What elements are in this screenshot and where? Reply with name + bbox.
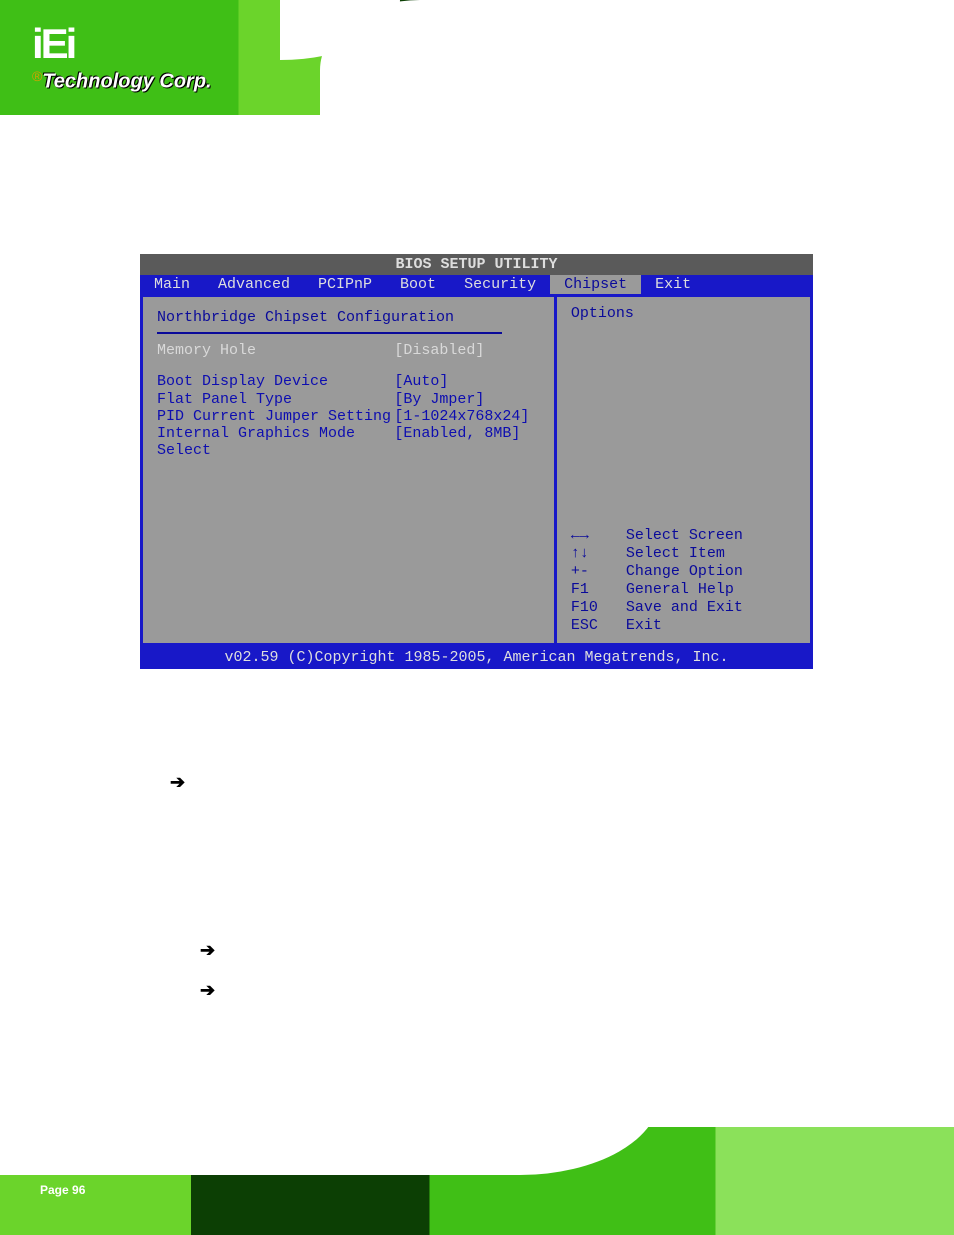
bios-key: ←→ xyxy=(571,527,626,545)
bottom-swoosh xyxy=(0,1075,660,1175)
bios-options-heading: Options xyxy=(571,305,796,322)
option-desc: 15 MB–16 MB of memory reserved for ISA e… xyxy=(308,983,677,999)
bios-tab-boot[interactable]: Boot xyxy=(386,275,450,294)
option-name: 15MB-16MB xyxy=(226,983,304,999)
bios-key-hint: ↑↓Select Item xyxy=(571,545,796,563)
bios-keys-legend: ←→Select Screen↑↓Select Item+-Change Opt… xyxy=(571,527,796,635)
bios-setting-row[interactable]: Boot Display Device[Auto] xyxy=(157,373,540,390)
bios-setting-label: Internal Graphics Mode Select xyxy=(157,425,394,460)
arrow-label: Memory Hole [Disabled] xyxy=(196,775,367,792)
paragraph-memory-hole: The Memory Hole option reserves the 15 M… xyxy=(170,820,810,852)
arrow-icon: ➔ xyxy=(200,940,222,961)
bios-tab-advanced[interactable]: Advanced xyxy=(204,275,304,294)
arrow-icon: ➔ xyxy=(200,980,222,1001)
option-15mb-line: ➔ 15MB-16MB 15 MB–16 MB of memory reserv… xyxy=(200,980,676,1001)
bios-key-desc: Select Screen xyxy=(626,527,743,545)
bios-setting-value: [Auto] xyxy=(394,373,448,390)
bios-key-hint: ESCExit xyxy=(571,617,796,635)
logo: iEi ®Technology Corp. xyxy=(32,20,212,93)
top-swoosh xyxy=(320,0,954,115)
bios-window: BIOS SETUP UTILITY MainAdvancedPCIPnPBoo… xyxy=(140,254,813,669)
bios-key-desc: Exit xyxy=(626,617,662,635)
bios-setting-row[interactable]: PID Current Jumper Setting[1-1024x768x24… xyxy=(157,408,540,425)
bios-right-panel: Options ←→Select Screen↑↓Select Item+-Ch… xyxy=(557,297,810,643)
bios-setting-label: Boot Display Device xyxy=(157,373,394,390)
bios-footer: v02.59 (C)Copyright 1985-2005, American … xyxy=(140,646,813,669)
bios-setting-value: [Enabled, 8MB] xyxy=(394,425,520,460)
bios-tab-chipset[interactable]: Chipset xyxy=(550,275,641,294)
bios-setting-row[interactable]: Flat Panel Type[By Jmper] xyxy=(157,391,540,408)
bios-key-desc: Save and Exit xyxy=(626,599,743,617)
logo-text: Technology Corp. xyxy=(42,70,211,92)
bios-tab-security[interactable]: Security xyxy=(450,275,550,294)
bios-key-hint: +-Change Option xyxy=(571,563,796,581)
logo-mark: iEi xyxy=(32,20,74,67)
arrow-item-memory-hole: ➔ Memory Hole [Disabled] xyxy=(170,772,367,793)
option-default: (Default) xyxy=(284,943,338,959)
bios-key-desc: General Help xyxy=(626,581,734,599)
bios-key: F1 xyxy=(571,581,626,599)
bios-setting-value: [By Jmper] xyxy=(394,391,484,408)
bios-key-desc: Change Option xyxy=(626,563,743,581)
bios-tab-bar[interactable]: MainAdvancedPCIPnPBootSecurityChipsetExi… xyxy=(140,275,813,294)
spacer xyxy=(157,359,540,373)
bios-body: Northbridge Chipset Configuration Memory… xyxy=(140,294,813,646)
bios-key-hint: ←→Select Screen xyxy=(571,527,796,545)
bios-setting-value: [Disabled] xyxy=(394,342,484,359)
bios-key: +- xyxy=(571,563,626,581)
top-decorative-banner: iEi ®Technology Corp. xyxy=(0,0,954,115)
bios-setting-label: Memory Hole xyxy=(157,342,394,359)
bios-key: F10 xyxy=(571,599,626,617)
arrow-icon: ➔ xyxy=(170,772,192,793)
bios-tab-exit[interactable]: Exit xyxy=(641,275,705,294)
bios-tab-pcipnp[interactable]: PCIPnP xyxy=(304,275,386,294)
option-disabled-line: ➔ Disabled (Default) Memory is not reser… xyxy=(200,940,488,961)
logo-registered-mark: ® xyxy=(32,68,42,84)
bios-setting-label: PID Current Jumper Setting xyxy=(157,408,394,425)
bios-key: ↑↓ xyxy=(571,545,626,563)
bios-left-panel: Northbridge Chipset Configuration Memory… xyxy=(143,297,557,643)
bios-key-desc: Select Item xyxy=(626,545,725,563)
option-name: Disabled xyxy=(226,943,280,959)
option-desc: Memory is not reserved xyxy=(342,943,488,959)
bios-setting-row[interactable]: Memory Hole[Disabled] xyxy=(157,342,540,359)
bios-key-hint: F10Save and Exit xyxy=(571,599,796,617)
bios-title: BIOS SETUP UTILITY xyxy=(140,254,813,275)
bios-panel-heading: Northbridge Chipset Configuration xyxy=(157,305,502,334)
bios-setting-value: [1-1024x768x24] xyxy=(394,408,529,425)
bios-setting-row[interactable]: Internal Graphics Mode Select[Enabled, 8… xyxy=(157,425,540,460)
bios-key-hint: F1General Help xyxy=(571,581,796,599)
page-number: Page 96 xyxy=(40,1183,85,1197)
bios-key: ESC xyxy=(571,617,626,635)
bios-setting-label: Flat Panel Type xyxy=(157,391,394,408)
figure-caption: BIOS Menu 17: Northbridge Chipset Config… xyxy=(140,720,498,737)
bios-tab-main[interactable]: Main xyxy=(140,275,204,294)
